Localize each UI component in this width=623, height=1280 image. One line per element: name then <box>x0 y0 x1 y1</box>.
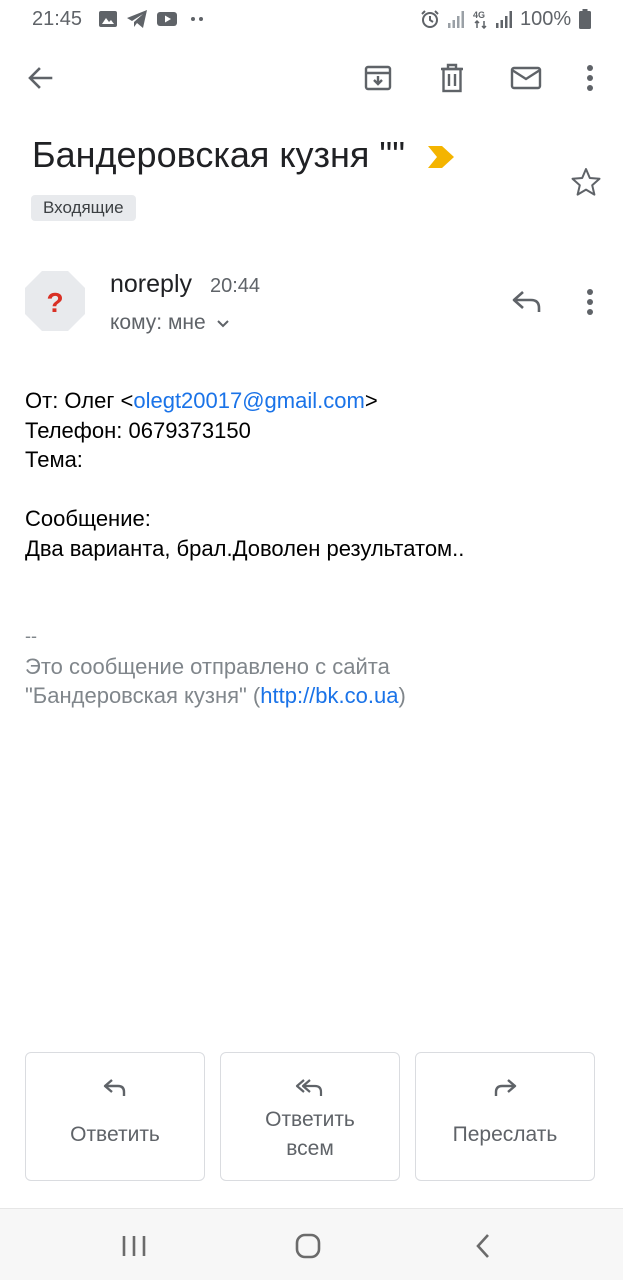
more-dots-icon <box>191 17 203 21</box>
sender-avatar[interactable]: ? <box>24 270 86 332</box>
mark-unread-button[interactable] <box>506 58 546 98</box>
recent-apps-icon <box>122 1236 146 1256</box>
telegram-icon <box>127 10 147 28</box>
signature-dash: -- <box>25 626 37 646</box>
phone-line: Телефон: 0679373150 <box>25 417 251 443</box>
sender-email-link[interactable]: olegt20017@gmail.com <box>133 388 364 413</box>
from-line: От: Олег <olegt20017@gmail.com> <box>25 388 378 413</box>
avatar-question-mark: ? <box>46 287 63 318</box>
signature-line-2: "Бандеровская кузня" (http://bk.co.ua) <box>25 683 406 708</box>
reply-icon <box>103 1079 126 1096</box>
more-vert-icon <box>587 289 593 315</box>
back-nav-button[interactable] <box>464 1229 504 1263</box>
message-text: Два варианта, брал.Доволен результатом.. <box>25 535 465 561</box>
forward-icon <box>494 1079 517 1096</box>
home-icon <box>295 1233 321 1259</box>
reply-icon-button[interactable] <box>505 282 549 322</box>
signature-line-1: Это сообщение отправлено с сайта <box>25 653 390 679</box>
email-time: 20:44 <box>210 275 261 297</box>
reply-all-icon <box>295 1079 323 1096</box>
youtube-icon <box>157 12 177 26</box>
forward-label: Переслать <box>452 1123 558 1146</box>
forward-button[interactable]: Переслать <box>415 1052 595 1181</box>
star-icon <box>571 168 601 196</box>
reply-icon <box>512 291 541 312</box>
battery-percentage: 100% <box>520 8 572 30</box>
home-button[interactable] <box>288 1229 328 1263</box>
signal-icon <box>496 11 512 28</box>
delete-button[interactable] <box>432 58 472 98</box>
mark-unread-icon <box>510 66 542 90</box>
message-label: Сообщение: <box>25 506 151 531</box>
site-link[interactable]: http://bk.co.ua <box>260 683 398 708</box>
archive-button[interactable] <box>358 58 398 98</box>
label-chip-inbox[interactable]: Входящие <box>31 195 136 221</box>
reply-label: Ответить <box>70 1123 160 1146</box>
reply-all-label-line2: всем <box>286 1137 334 1160</box>
star-button[interactable] <box>566 162 606 202</box>
email-body: От: Олег <olegt20017@gmail.com> Телефон:… <box>25 386 464 711</box>
archive-icon <box>364 65 392 91</box>
more-vert-icon <box>587 65 593 91</box>
4g-icon: 4G <box>473 10 487 29</box>
status-time: 21:45 <box>32 8 83 30</box>
reply-all-button[interactable]: Ответить всем <box>220 1052 400 1181</box>
recipient-toggle[interactable]: кому: мне <box>110 311 230 335</box>
email-view: 21:45 4G 100% Бандеровская кузня "" Вход… <box>0 0 623 1280</box>
email-subject: Бандеровская кузня "" <box>32 134 405 175</box>
reply-button[interactable]: Ответить <box>25 1052 205 1181</box>
message-more-button[interactable] <box>570 282 610 322</box>
delete-icon <box>441 63 463 93</box>
back-chevron-icon <box>476 1234 489 1258</box>
signal-icon <box>448 11 464 28</box>
svg-text:4G: 4G <box>473 10 485 20</box>
alarm-icon <box>421 10 439 28</box>
battery-icon <box>579 9 591 29</box>
recent-apps-button[interactable] <box>114 1229 154 1263</box>
chevron-down-icon <box>216 320 229 328</box>
recipient-text: кому: мне <box>110 311 206 334</box>
back-arrow-icon <box>28 67 53 89</box>
more-options-button[interactable] <box>570 58 610 98</box>
sender-name: noreply <box>110 270 192 298</box>
image-icon <box>99 11 117 27</box>
topic-line: Тема: <box>25 447 83 472</box>
back-button[interactable] <box>20 58 60 98</box>
status-bar: 21:45 4G 100% <box>0 0 623 38</box>
importance-marker-icon[interactable] <box>428 146 454 168</box>
system-nav-bar <box>0 1208 623 1280</box>
reply-all-label-line1: Ответить <box>265 1108 355 1131</box>
